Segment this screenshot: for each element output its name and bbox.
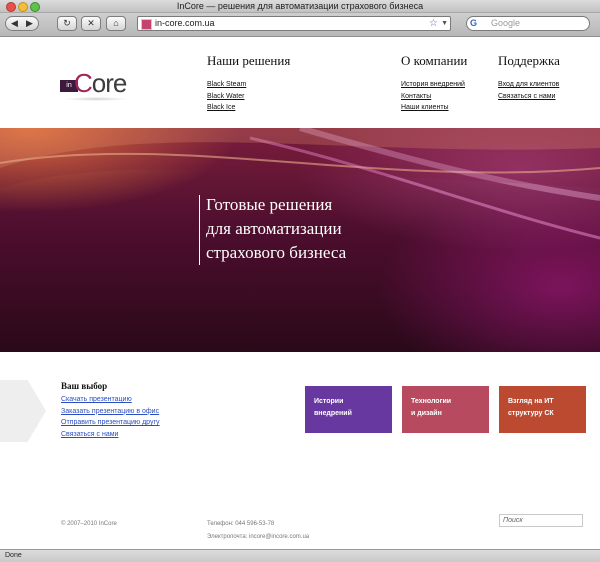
site-search-input[interactable]: Поиск bbox=[499, 514, 583, 527]
footer-copyright: © 2007–2010 InCore bbox=[61, 521, 117, 527]
incore-logo[interactable]: in Core bbox=[60, 68, 130, 101]
tile-implementation-stories[interactable]: Истории внедрений bbox=[305, 386, 392, 433]
reload-icon[interactable]: ↻ bbox=[57, 16, 77, 31]
nav-link-black-ice[interactable]: Black Ice bbox=[207, 102, 290, 114]
browser-toolbar: ◀ ▶ ↻ ✕ ⌂ in-core.com.ua ☆ ▼ G Google bbox=[0, 13, 600, 37]
nav-solutions-title: Наши решения bbox=[207, 53, 291, 68]
hero-line: страхового бизнеса bbox=[206, 243, 347, 262]
forward-arrow-icon[interactable]: ▶ bbox=[22, 17, 37, 30]
hero-banner: Готовые решения для автоматизации страхо… bbox=[0, 128, 600, 352]
nav-link-history[interactable]: История внедрений bbox=[401, 79, 467, 91]
status-text: Done bbox=[5, 552, 22, 559]
nav-solutions: Наши решения Black Steam Black Water Bla… bbox=[207, 53, 290, 114]
back-arrow-icon[interactable]: ◀ bbox=[7, 17, 22, 30]
hero-divider bbox=[199, 195, 200, 265]
arrow-decoration bbox=[0, 380, 46, 442]
hero-line: Готовые решения bbox=[206, 195, 333, 214]
url-dropdown-icon[interactable]: ▼ bbox=[441, 17, 448, 30]
order-presentation-link[interactable]: Заказать презентацию в офис bbox=[61, 406, 160, 418]
tile-label: структуру СК bbox=[508, 410, 554, 417]
tile-it-view[interactable]: Взгляд на ИТ структуру СК bbox=[499, 386, 586, 433]
address-text[interactable]: in-core.com.ua bbox=[155, 17, 215, 30]
web-page: in Core Наши решения Black Steam Black W… bbox=[0, 37, 600, 549]
stop-icon[interactable]: ✕ bbox=[81, 16, 101, 31]
nav-link-contact-us[interactable]: Связаться с нами bbox=[498, 91, 560, 103]
nav-support-title: Поддержка bbox=[498, 53, 560, 68]
browser-search-placeholder: Google bbox=[491, 18, 521, 28]
choice-title: Ваш выбор bbox=[61, 381, 108, 391]
tile-technology-design[interactable]: Технологии и дизайн bbox=[402, 386, 489, 433]
send-presentation-link[interactable]: Отправить презентацию другу bbox=[61, 417, 160, 429]
site-favicon-icon bbox=[141, 19, 152, 30]
tile-label: и дизайн bbox=[411, 410, 442, 417]
home-icon[interactable]: ⌂ bbox=[106, 16, 126, 31]
nav-link-contacts[interactable]: Контакты bbox=[401, 91, 467, 103]
tile-label: Технологии bbox=[411, 398, 452, 405]
logo-text: Core bbox=[74, 68, 127, 98]
nav-link-client-login[interactable]: Вход для клиентов bbox=[498, 79, 560, 91]
browser-search-field[interactable]: G Google bbox=[466, 16, 590, 31]
window-title: InCore — решения для автоматизации страх… bbox=[176, 1, 424, 11]
browser-statusbar: Done bbox=[0, 549, 600, 562]
nav-link-black-water[interactable]: Black Water bbox=[207, 91, 290, 103]
contact-us-link[interactable]: Связаться с нами bbox=[61, 429, 160, 441]
back-forward-control: ◀ ▶ bbox=[5, 16, 39, 31]
tile-label: Взгляд на ИТ bbox=[508, 398, 554, 405]
tile-label: внедрений bbox=[314, 410, 352, 417]
search-engine-icon[interactable]: G bbox=[470, 18, 477, 29]
footer-email: Электропочта: incore@incore.com.ua bbox=[207, 534, 310, 540]
bookmark-star-icon[interactable]: ☆ bbox=[429, 17, 438, 30]
nav-company: О компании История внедрений Контакты На… bbox=[401, 53, 467, 114]
nav-link-black-steam[interactable]: Black Steam bbox=[207, 79, 290, 91]
nav-support: Поддержка Вход для клиентов Связаться с … bbox=[498, 53, 560, 102]
address-bar[interactable]: in-core.com.ua ☆ ▼ bbox=[137, 16, 451, 31]
nav-company-title: О компании bbox=[401, 53, 468, 68]
download-presentation-link[interactable]: Скачать презентацию bbox=[61, 394, 160, 406]
logo-shadow bbox=[64, 97, 128, 101]
window-titlebar: InCore — решения для автоматизации страх… bbox=[0, 0, 600, 13]
footer-phone: Телефон: 044 596-53-78 bbox=[207, 521, 275, 527]
hero-headline: Готовые решения для автоматизации страхо… bbox=[206, 193, 506, 265]
tile-label: Истории bbox=[314, 398, 344, 405]
nav-link-clients[interactable]: Наши клиенты bbox=[401, 102, 467, 114]
hero-line: для автоматизации bbox=[206, 219, 342, 238]
choice-block: Ваш выбор Скачать презентацию Заказать п… bbox=[61, 381, 160, 440]
